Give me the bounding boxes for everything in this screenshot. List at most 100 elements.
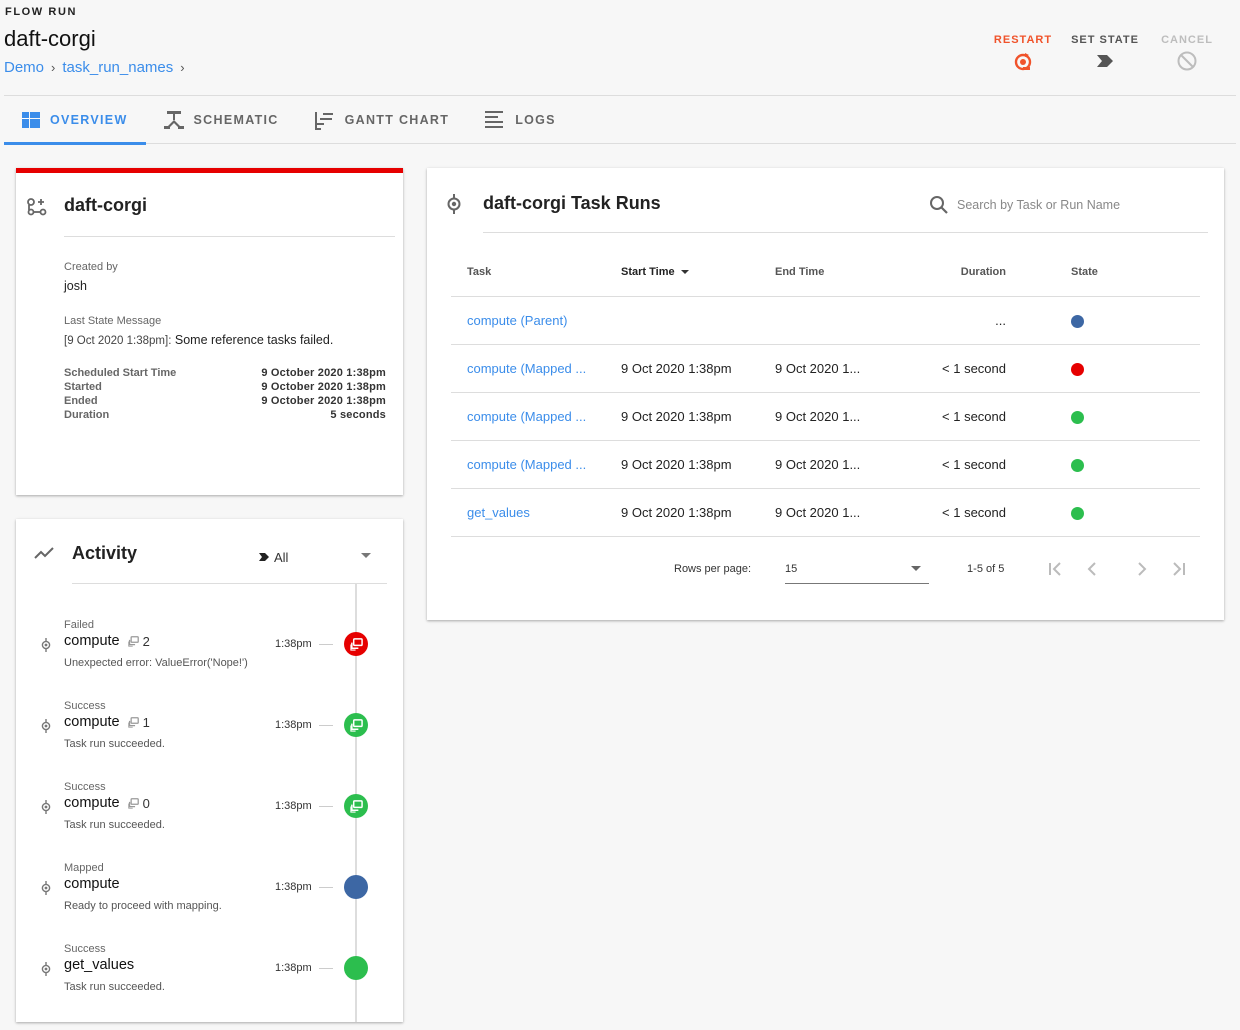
field-label: Duration [64, 409, 110, 421]
cell-duration: < 1 second [905, 344, 1006, 393]
first-page-button[interactable] [1038, 554, 1074, 584]
activity-event: Success get_values Task run succeeded. 1:38… [16, 943, 403, 1013]
state-dot-icon [1071, 314, 1084, 328]
event-task-name[interactable]: compute 2 [64, 633, 150, 649]
mapped-icon [349, 799, 363, 813]
mapped-icon [127, 635, 139, 647]
sort-desc-icon [680, 269, 689, 274]
previous-page-button[interactable] [1074, 554, 1110, 584]
mapped-icon [349, 718, 363, 732]
duration-row: Duration 5 seconds [64, 408, 386, 422]
breadcrumb-flow[interactable]: task_run_names [62, 59, 173, 76]
event-task-name-text: compute [64, 876, 120, 892]
event-state: Failed [64, 619, 94, 631]
rows-per-page-value: 15 [785, 562, 798, 575]
event-task-name[interactable]: compute 0 [64, 795, 150, 811]
search-input[interactable] [957, 198, 1167, 212]
set-state-label: SET STATE [1071, 34, 1139, 46]
event-task-name[interactable]: get_values [64, 957, 134, 973]
cell-task: compute (Parent) [451, 296, 621, 345]
cell-state [1006, 296, 1200, 345]
field-value: 9 October 2020 1:38pm [261, 381, 386, 393]
rows-per-page-select[interactable]: 15 [785, 554, 930, 584]
last-page-icon [1173, 562, 1186, 576]
table-row[interactable]: compute (Mapped ... 9 Oct 2020 1:38pm 9 Oc… [451, 440, 1200, 489]
event-task-name[interactable]: compute 1 [64, 714, 150, 730]
cell-start-time: 9 Oct 2020 1:38pm [621, 488, 775, 537]
dashboard-icon [22, 112, 40, 128]
state-dot-icon [1071, 506, 1084, 520]
next-page-button[interactable] [1124, 554, 1160, 584]
table-row[interactable]: get_values 9 Oct 2020 1:38pm 9 Oct 2020 1.… [451, 488, 1200, 537]
event-task-name-text: compute [64, 714, 120, 730]
column-header-end-time[interactable]: End Time [775, 248, 905, 297]
cell-state [1006, 344, 1200, 393]
state-dot-icon [1071, 362, 1084, 376]
mapped-icon [127, 797, 139, 809]
event-message: Unexpected error: ValueError('Nope!') [64, 657, 248, 669]
table-row[interactable]: compute (Mapped ... 9 Oct 2020 1:38pm 9 Oc… [451, 344, 1200, 393]
column-header-state[interactable]: State [1006, 248, 1200, 297]
task-icon [41, 638, 51, 652]
event-state-dot [344, 713, 368, 737]
tab-overview-label: OVERVIEW [50, 113, 128, 127]
task-runs-table: Task Start Time End Time Duration State … [451, 248, 1200, 537]
map-index-value: 0 [142, 795, 150, 811]
event-time: 1:38pm [275, 638, 312, 650]
activity-event: Success compute 1 Task run succeeded. 1:38pm [16, 700, 403, 770]
event-time: 1:38pm [275, 800, 312, 812]
cell-duration: < 1 second [905, 392, 1006, 441]
trending-icon [34, 547, 54, 559]
restart-icon [1014, 53, 1032, 71]
last-state-time: [9 Oct 2020 1:38pm]: [64, 335, 172, 347]
column-header-start-time[interactable]: Start Time [621, 248, 775, 297]
tab-logs[interactable]: LOGS [467, 96, 574, 144]
field-label: Ended [64, 395, 98, 407]
task-run-link[interactable]: get_values [467, 505, 530, 520]
cancel-button[interactable]: CANCEL [1146, 34, 1228, 72]
task-run-link[interactable]: compute (Mapped ... [467, 361, 586, 376]
restart-button[interactable]: RESTART [982, 34, 1064, 72]
first-page-icon [1049, 562, 1062, 576]
cell-end-time: 9 Oct 2020 1... [775, 344, 905, 393]
cell-start-time [621, 296, 775, 345]
map-index: 2 [127, 634, 150, 649]
logs-icon [485, 111, 504, 128]
page-range: 1-5 of 5 [967, 563, 1005, 575]
event-task-name[interactable]: compute [64, 876, 120, 892]
column-header-task[interactable]: Task [451, 248, 621, 297]
cell-task: compute (Mapped ... [451, 344, 621, 393]
tab-gantt-label: GANTT CHART [344, 113, 450, 127]
field-value: 9 October 2020 1:38pm [261, 367, 386, 379]
tab-bar: OVERVIEW SCHEMATIC GANTT CHART LOGS [4, 95, 1236, 145]
action-bar: RESTART SET STATE CANCEL [982, 34, 1228, 72]
event-state: Success [64, 781, 106, 793]
set-state-button[interactable]: SET STATE [1064, 34, 1146, 72]
activity-event: Failed compute 2 Unexpected error: ValueErr… [16, 619, 403, 689]
activity-filter-select[interactable]: All [258, 547, 378, 567]
chevron-left-icon [1087, 562, 1097, 576]
event-state-dot [344, 956, 368, 980]
table-row[interactable]: compute (Parent)... [451, 296, 1200, 345]
started-row: Started 9 October 2020 1:38pm [64, 380, 386, 394]
last-page-button[interactable] [1160, 554, 1196, 584]
task-run-link[interactable]: compute (Mapped ... [467, 457, 586, 472]
task-icon [41, 881, 51, 895]
state-arrow-icon [1097, 55, 1113, 67]
event-task-name-text: compute [64, 795, 120, 811]
chevron-right-icon: › [51, 60, 56, 75]
task-run-link[interactable]: compute (Parent) [467, 313, 567, 328]
column-header-duration[interactable]: Duration [905, 248, 1006, 297]
tab-gantt-chart[interactable]: GANTT CHART [297, 96, 468, 144]
state-dot-icon [1071, 458, 1084, 472]
task-run-link[interactable]: compute (Mapped ... [467, 409, 586, 424]
tab-overview[interactable]: OVERVIEW [4, 96, 146, 145]
field-label: Scheduled Start Time [64, 367, 177, 379]
event-time: 1:38pm [275, 881, 312, 893]
breadcrumb-project[interactable]: Demo [4, 59, 44, 76]
divider [64, 236, 395, 237]
created-by-value: josh [64, 279, 87, 293]
table-row[interactable]: compute (Mapped ... 9 Oct 2020 1:38pm 9 Oc… [451, 392, 1200, 441]
chevron-right-icon [1138, 562, 1147, 576]
tab-schematic[interactable]: SCHEMATIC [146, 96, 297, 144]
